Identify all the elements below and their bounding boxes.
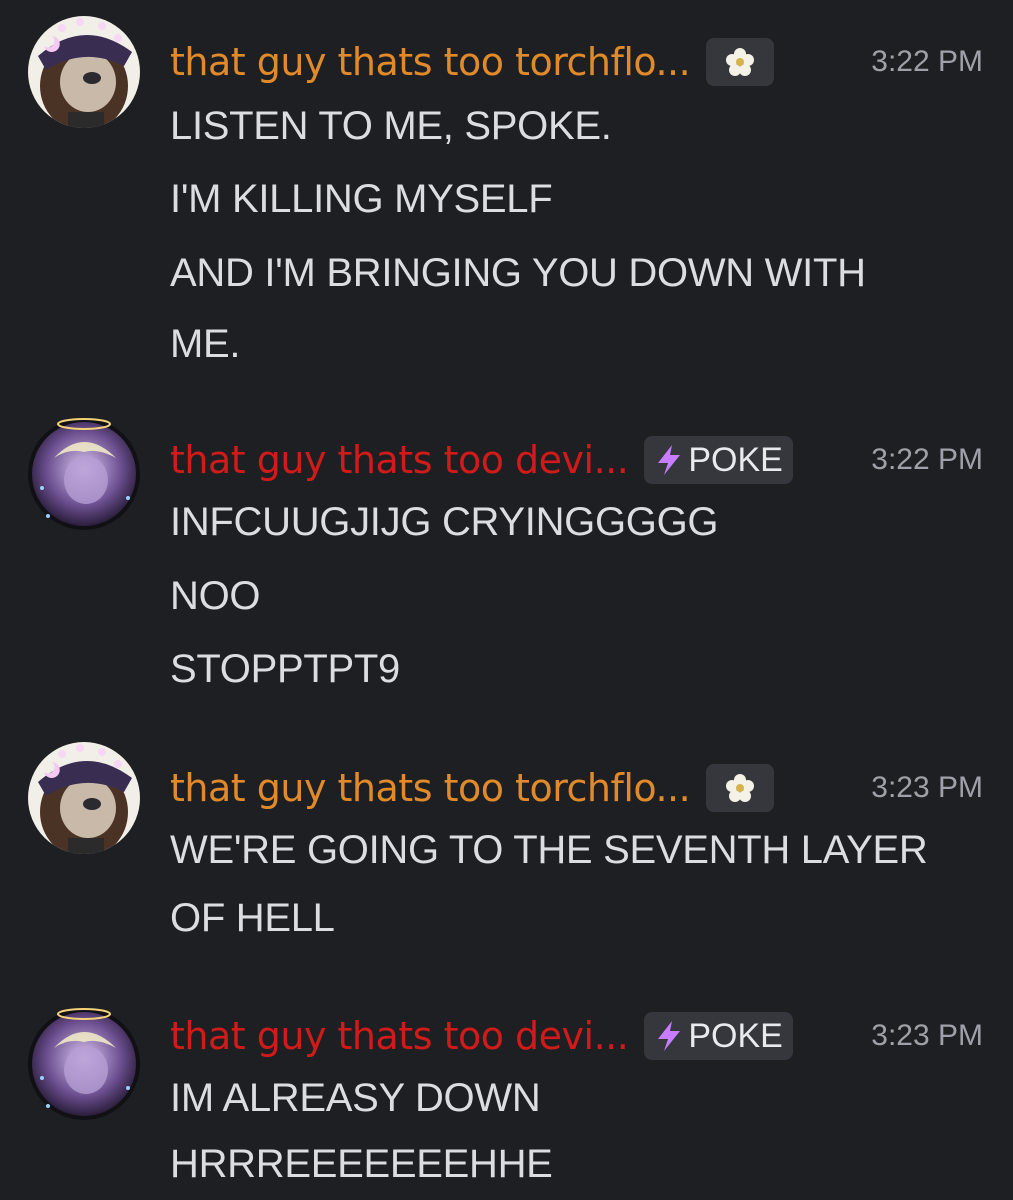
chat-log: that guy thats too torchflo... 3:22 PM L…	[0, 0, 1013, 1200]
message-text: WE'RE GOING TO THE SEVENTH LAYER	[170, 828, 928, 872]
timestamp[interactable]: 3:22 PM	[871, 443, 983, 477]
avatar-icon	[28, 742, 140, 854]
avatar-icon	[28, 1008, 140, 1120]
server-tag[interactable]: POKE	[644, 436, 793, 484]
timestamp[interactable]: 3:23 PM	[871, 771, 983, 805]
flower-icon	[726, 48, 755, 76]
tag-label: POKE	[688, 1016, 783, 1055]
lightning-icon	[658, 445, 681, 475]
avatar[interactable]	[28, 742, 140, 854]
message-text: STOPPTPT9	[170, 647, 400, 691]
message-text: OF HELL	[170, 896, 335, 940]
avatar-icon	[28, 418, 140, 530]
message-text: HRRREEEEEEEHHE	[170, 1142, 553, 1186]
message-text: AND I'M BRINGING YOU DOWN WITH	[170, 251, 866, 295]
tag-label: POKE	[688, 440, 783, 479]
avatar[interactable]	[28, 16, 140, 128]
message-header: that guy thats too torchflo... 3:23 PM	[170, 758, 983, 818]
message-header: that guy thats too torchflo... 3:22 PM	[170, 32, 983, 92]
lightning-icon	[658, 1021, 681, 1051]
message-text: I'M KILLING MYSELF	[170, 177, 553, 221]
server-tag[interactable]	[706, 38, 775, 86]
username[interactable]: that guy thats too torchflo...	[170, 40, 691, 84]
message-header: that guy thats too devi... POKE 3:22 PM	[170, 430, 983, 490]
message-text: ME.	[170, 322, 241, 366]
timestamp[interactable]: 3:22 PM	[871, 45, 983, 79]
server-tag[interactable]: POKE	[644, 1012, 793, 1060]
avatar-icon	[28, 16, 140, 128]
message-text: INFCUUGJIJG CRYINGGGGG	[170, 500, 719, 544]
avatar[interactable]	[28, 1008, 140, 1120]
username[interactable]: that guy thats too devi...	[170, 1014, 629, 1058]
message-text: NOO	[170, 574, 261, 618]
flower-icon	[726, 774, 755, 802]
message-text: LISTEN TO ME, SPOKE.	[170, 104, 612, 148]
message-header: that guy thats too devi... POKE 3:23 PM	[170, 1006, 983, 1066]
username[interactable]: that guy thats too devi...	[170, 438, 629, 482]
timestamp[interactable]: 3:23 PM	[871, 1019, 983, 1053]
avatar[interactable]	[28, 418, 140, 530]
username[interactable]: that guy thats too torchflo...	[170, 766, 691, 810]
server-tag[interactable]	[706, 764, 775, 812]
message-text: IM ALREASY DOWN	[170, 1076, 541, 1120]
